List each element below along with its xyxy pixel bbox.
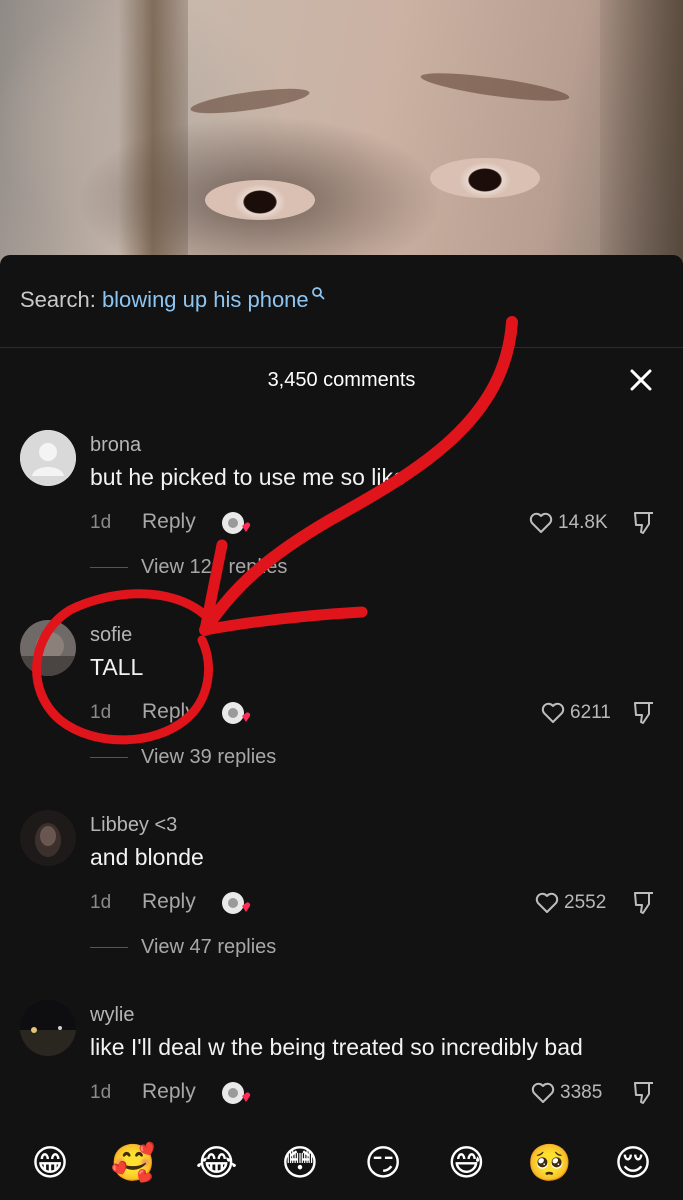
heart-icon — [535, 892, 559, 913]
emoji-pleading[interactable]: 🥺 — [526, 1140, 574, 1188]
reply-button[interactable]: Reply — [142, 890, 196, 914]
like-control[interactable]: 2552 — [534, 888, 606, 918]
like-count: 14.8K — [558, 512, 608, 533]
view-replies-label: View 47 replies — [141, 936, 277, 958]
comment-time: 1d — [90, 702, 112, 723]
creator-like-icon[interactable] — [220, 700, 252, 728]
emoji-tears-of-joy[interactable]: 😂 — [193, 1140, 241, 1188]
comment-text: TALL — [90, 654, 144, 680]
emoji-smirk[interactable]: 😏 — [359, 1140, 407, 1188]
view-replies-label: View 39 replies — [141, 746, 277, 768]
like-control[interactable]: 3385 — [530, 1078, 602, 1108]
search-prefix: Search: — [20, 287, 102, 312]
comment-time: 1d — [90, 892, 112, 913]
comment-text: and blonde — [90, 844, 204, 870]
dislike-icon[interactable] — [632, 890, 656, 916]
emoji-sweat-smile[interactable]: 😅 — [442, 1140, 490, 1188]
replies-line — [90, 947, 128, 948]
heart-icon — [529, 512, 553, 533]
comment-item: sofie TALL 1d Reply 6211 View 39 replies — [0, 620, 683, 800]
like-control[interactable]: 6211 — [540, 698, 611, 728]
video-left-eye — [205, 180, 315, 220]
emoji-hearts-face[interactable]: 🥰 — [109, 1140, 157, 1188]
close-icon[interactable] — [628, 367, 654, 393]
video-hair-right — [600, 0, 683, 270]
comment-username[interactable]: Libbey <3 — [90, 814, 177, 837]
comment-username[interactable]: brona — [90, 434, 141, 457]
heart-icon — [541, 702, 565, 723]
comment-time: 1d — [90, 512, 112, 533]
reply-button[interactable]: Reply — [142, 510, 196, 534]
comment-item: Libbey <3 and blonde 1d Reply 2552 View … — [0, 810, 683, 990]
search-icon — [311, 280, 325, 300]
emoji-quick-bar: 😁 🥰 😂 😳 😏 😅 🥺 😌 — [0, 1140, 683, 1190]
replies-line — [90, 757, 128, 758]
view-replies-button[interactable]: View 39 replies — [90, 746, 276, 769]
avatar[interactable] — [20, 810, 76, 866]
view-replies-button[interactable]: View 120 replies — [90, 556, 287, 579]
comment-text: like I'll deal w the being treated so in… — [90, 1034, 583, 1060]
comment-count: 3,450 comments — [267, 369, 416, 391]
emoji-grin[interactable]: 😁 — [26, 1140, 74, 1188]
comment-time: 1d — [90, 1082, 112, 1103]
sheet-divider — [0, 347, 683, 348]
video-left-brow — [189, 83, 311, 119]
comment-text: but he picked to use me so like — [90, 464, 406, 490]
video-hair-left — [118, 0, 188, 270]
like-control[interactable]: 14.8K — [528, 508, 608, 538]
like-count: 3385 — [560, 1082, 603, 1103]
comment-item: brona but he picked to use me so like 1d… — [0, 430, 683, 610]
dislike-icon[interactable] — [632, 1080, 656, 1106]
avatar[interactable] — [20, 1000, 76, 1056]
view-replies-label: View 120 replies — [141, 556, 288, 578]
heart-icon — [531, 1082, 555, 1103]
creator-like-icon[interactable] — [220, 510, 252, 538]
dislike-icon[interactable] — [632, 510, 656, 536]
reply-button[interactable]: Reply — [142, 700, 196, 724]
reply-button[interactable]: Reply — [142, 1080, 196, 1104]
replies-line — [90, 567, 128, 568]
like-count: 6211 — [570, 702, 611, 723]
search-suggestion[interactable]: Search: blowing up his phone — [20, 287, 325, 313]
video-right-brow — [419, 67, 571, 107]
comment-username[interactable]: sofie — [90, 624, 132, 647]
video-right-eye — [430, 158, 540, 198]
view-replies-button[interactable]: View 47 replies — [90, 936, 276, 959]
avatar[interactable] — [20, 430, 76, 486]
emoji-flushed[interactable]: 😳 — [276, 1140, 324, 1188]
like-count: 2552 — [564, 892, 607, 913]
creator-like-icon[interactable] — [220, 1080, 252, 1108]
video-background — [0, 0, 683, 270]
emoji-relieved[interactable]: 😌 — [609, 1140, 657, 1188]
search-term-link[interactable]: blowing up his phone — [102, 287, 309, 312]
creator-like-icon[interactable] — [220, 890, 252, 918]
avatar[interactable] — [20, 620, 76, 676]
comment-username[interactable]: wylie — [90, 1004, 134, 1027]
dislike-icon[interactable] — [632, 700, 656, 726]
